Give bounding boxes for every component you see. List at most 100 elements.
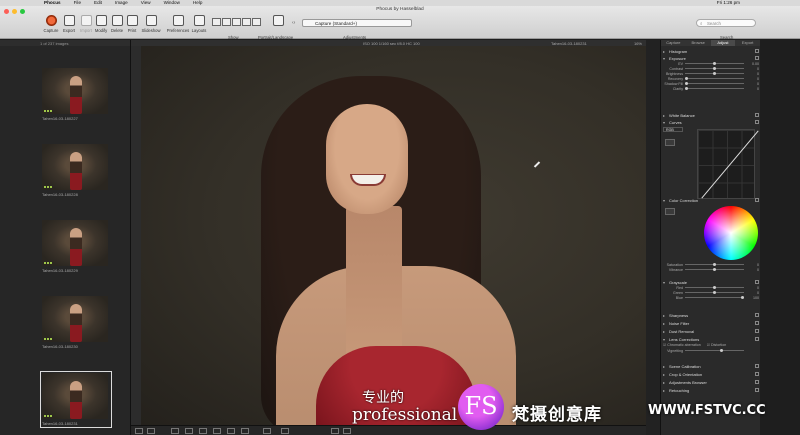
- layouts-icon: [193, 15, 205, 26]
- single-view-icon[interactable]: [147, 428, 155, 434]
- adjustments-arrow-icon[interactable]: ‹›: [292, 20, 295, 26]
- toolbar: Phocus by Hasselblad Capture Export Impo…: [0, 6, 800, 40]
- layouts-button[interactable]: Layouts: [188, 15, 210, 33]
- retouch-tool-icon[interactable]: [241, 428, 249, 434]
- subtitle-english: professional: [352, 405, 458, 425]
- thumbnail-image: [42, 220, 108, 266]
- thumbnail-image: [42, 144, 108, 190]
- picker-tool-icon[interactable]: [199, 428, 207, 434]
- grid-view-icon[interactable]: [135, 428, 143, 434]
- thumbnail-image: [42, 296, 108, 342]
- tool-adjustments-browser[interactable]: ▸ Adjustments Browser: [663, 379, 759, 385]
- thumbnail-filename: Tahen16-03-180227: [42, 116, 78, 121]
- tab-adjust[interactable]: Adjust: [710, 40, 736, 46]
- show-browser-toggle[interactable]: [212, 18, 221, 26]
- tool-dust-removal[interactable]: ▸ Dust Removal: [663, 328, 759, 334]
- tab-export[interactable]: Export: [735, 40, 760, 46]
- tool-color-correction[interactable]: ▾ Color Correction: [663, 197, 759, 203]
- distortion-checkbox[interactable]: ☑ Distortion: [707, 343, 726, 347]
- tool-toggle[interactable]: [755, 198, 759, 202]
- thumbnail[interactable]: Tahen16-03-180230: [42, 296, 110, 349]
- show-viewer-toggle[interactable]: [222, 18, 231, 26]
- curves-graph[interactable]: [697, 129, 755, 199]
- curves-channel-select[interactable]: RGB: [663, 127, 683, 132]
- export-icon: [63, 15, 75, 26]
- tool-toggle[interactable]: [755, 321, 759, 325]
- loupe-icon[interactable]: [263, 428, 271, 434]
- preferences-icon: [172, 15, 184, 26]
- photo-neck: [346, 206, 402, 356]
- hand-tool-icon[interactable]: [227, 428, 235, 434]
- main-photo[interactable]: [141, 46, 646, 425]
- watermark-logo: FS: [458, 384, 504, 430]
- select-tool-icon[interactable]: [171, 428, 179, 434]
- tool-grayscale[interactable]: ▾ Grayscale Red 0 Green 0 Blue 100: [663, 279, 759, 300]
- chromatic-checkbox[interactable]: ☑ Chromatic aberration: [663, 343, 701, 347]
- tool-toggle[interactable]: [755, 337, 759, 341]
- tool-toggle[interactable]: [755, 364, 759, 368]
- tool-exposure[interactable]: ▾ Exposure EV 0.00 Contrast 0 Brightness 0 R…: [663, 55, 759, 91]
- thumbnail-filename: Tahen16-03-180229: [42, 268, 78, 273]
- browser-header: 1 of 237 images: [0, 40, 130, 46]
- tool-white-balance[interactable]: ▸ White Balance: [663, 112, 759, 118]
- photo-face: [326, 104, 408, 214]
- crop-tool-icon[interactable]: [185, 428, 193, 434]
- previous-image-icon[interactable]: [331, 428, 339, 434]
- slider-blue[interactable]: Blue 100: [663, 295, 759, 300]
- compare-icon[interactable]: [281, 428, 289, 434]
- thumbnail[interactable]: Tahen16-03-180229: [42, 220, 110, 273]
- color-wheel[interactable]: [704, 206, 758, 260]
- adjustments-select[interactable]: Capture (Standard+): [302, 19, 412, 27]
- tab-browse[interactable]: Browse: [686, 40, 711, 46]
- tool-toggle[interactable]: [755, 49, 759, 53]
- color-picker-icon[interactable]: [665, 208, 675, 215]
- tool-toggle[interactable]: [755, 56, 759, 60]
- capture-icon: [45, 15, 57, 26]
- tool-scene-calibration[interactable]: ▸ Scene Calibration: [663, 363, 759, 369]
- slider-vignetting[interactable]: Vignetting: [663, 348, 759, 353]
- tool-toggle[interactable]: [755, 380, 759, 384]
- tab-capture[interactable]: Capture: [661, 40, 686, 46]
- panel-tabs: Capture Browse Adjust Export: [661, 40, 760, 46]
- printer-icon: [126, 15, 138, 26]
- thumbnail[interactable]: Tahen16-03-180227: [42, 68, 110, 121]
- tool-sharpness[interactable]: ▸ Sharpness: [663, 312, 759, 318]
- slider-clarity[interactable]: Clarity 0: [663, 86, 759, 91]
- portrait-landscape-button[interactable]: [266, 15, 290, 28]
- image-viewer[interactable]: ISO 100 1/160 sec f/8.0 HC 100 Tahen16-0…: [131, 40, 646, 425]
- slider-vibrance[interactable]: Vibrance 0: [663, 267, 759, 272]
- thumbnail-selected[interactable]: Tahen16-03-180231: [40, 371, 112, 428]
- tool-lens-corrections[interactable]: ▾ Lens Corrections ☑ Chromatic aberration…: [663, 336, 759, 353]
- search-input[interactable]: ⌕ Search: [696, 19, 756, 27]
- viewer-tool-bar: [131, 425, 646, 435]
- rotate-icon: [272, 15, 284, 26]
- show-fullscreen-toggle[interactable]: [252, 18, 261, 26]
- tool-noise-filter[interactable]: ▸ Noise Filter: [663, 320, 759, 326]
- tool-toggle[interactable]: [755, 372, 759, 376]
- tool-toggle[interactable]: [755, 313, 759, 317]
- watermark-text: 梵摄创意库: [512, 405, 602, 425]
- next-image-icon[interactable]: [343, 428, 351, 434]
- tool-toggle[interactable]: [755, 113, 759, 117]
- image-count: 1 of 237 images: [40, 40, 69, 46]
- tool-toggle[interactable]: [755, 280, 759, 284]
- tool-toggle[interactable]: [755, 388, 759, 392]
- thumbnail-browser[interactable]: 1 of 237 images Tahen16-03-180227 Tahen1…: [0, 40, 131, 435]
- panel-divider[interactable]: [646, 40, 660, 435]
- show-view-group: [212, 18, 261, 26]
- thumbnail-filename: Tahen16-03-180228: [42, 192, 78, 197]
- watermark-url: WWW.FSTVC.CC: [648, 403, 766, 418]
- slideshow-button[interactable]: Slideshow: [140, 15, 162, 33]
- tool-crop-orientation[interactable]: ▸ Crop & Orientation: [663, 371, 759, 377]
- tool-toggle[interactable]: [755, 120, 759, 124]
- thumbnail[interactable]: Tahen16-03-180228: [42, 144, 110, 197]
- show-tools-toggle[interactable]: [232, 18, 241, 26]
- tool-toggle[interactable]: [755, 329, 759, 333]
- curves-picker-icon[interactable]: [665, 139, 675, 146]
- show-filmstrip-toggle[interactable]: [242, 18, 251, 26]
- tool-retouching[interactable]: ▸ Retouching: [663, 387, 759, 393]
- subtitle-chinese: 专业的: [362, 390, 404, 406]
- zoom-tool-icon[interactable]: [213, 428, 221, 434]
- thumbnail-image: [42, 373, 108, 419]
- tool-histogram[interactable]: ▸ Histogram: [663, 48, 759, 54]
